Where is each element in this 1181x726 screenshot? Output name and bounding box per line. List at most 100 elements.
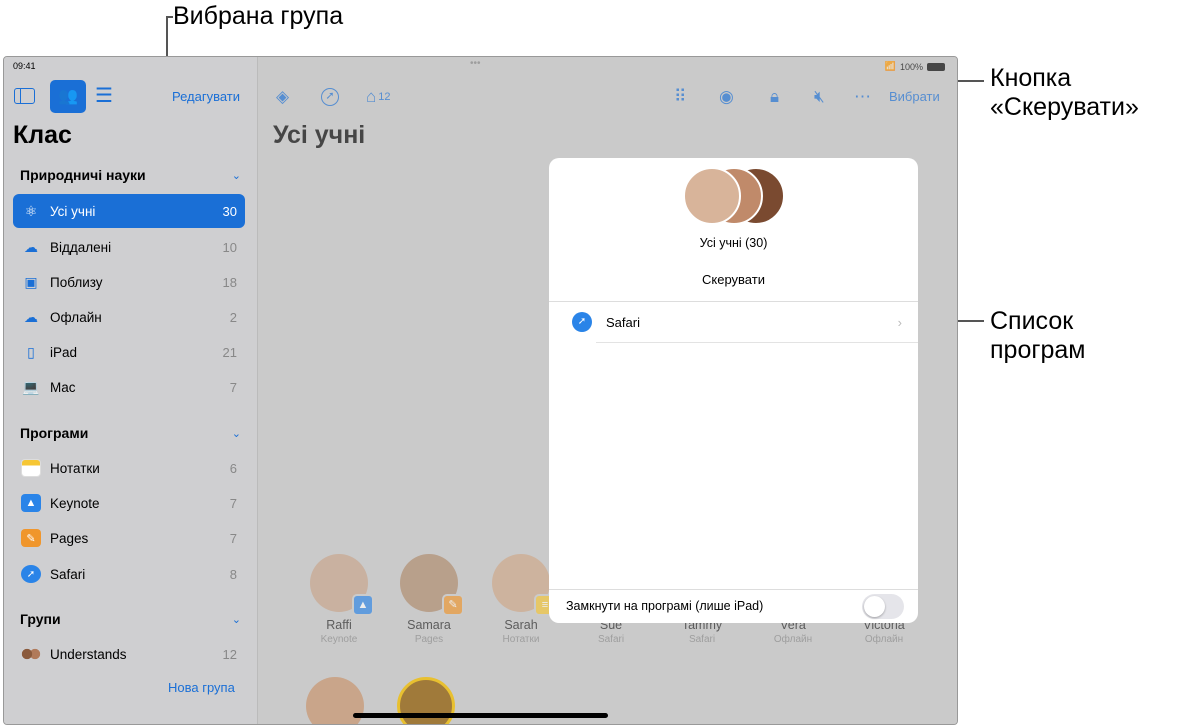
sidebar-item-understands[interactable]: Understands 12	[13, 637, 245, 671]
inbox-count: 12	[378, 91, 391, 103]
list-view-icon[interactable]: ☰	[95, 83, 113, 108]
student-tile[interactable]: ▲ Raffi Keynote	[294, 554, 384, 645]
callout-text: Список програм	[990, 307, 1086, 364]
lock-to-app-toggle[interactable]	[862, 594, 904, 619]
eye-slash-icon[interactable]: ◉	[719, 87, 734, 107]
student-name: Samara	[407, 618, 451, 632]
sidebar-item-pages[interactable]: ✎ Pages 7	[13, 521, 245, 555]
chevron-down-icon[interactable]: ⌄	[232, 427, 241, 440]
item-count: 7	[229, 495, 237, 511]
safari-app-icon: ➚	[572, 312, 592, 332]
item-count: 6	[229, 460, 237, 476]
clock: 09:41	[13, 61, 36, 71]
app-label: Safari	[606, 314, 640, 330]
more-icon[interactable]: ⋯	[854, 87, 871, 107]
student-status: Pages	[414, 634, 444, 645]
item-label: Віддалені	[50, 239, 112, 255]
app-badge-icon: ✎	[442, 594, 464, 616]
student-status: Нотатки	[502, 634, 540, 645]
sidebar-item-mac[interactable]: 💻 Mac 7	[13, 370, 245, 404]
sidebar-item-ipad[interactable]: ▯ iPad 21	[13, 335, 245, 369]
inbox-button[interactable]: ⌂ 12	[366, 87, 391, 107]
item-label: Keynote	[50, 495, 100, 511]
item-count: 10	[222, 239, 237, 255]
popover-title: Скерувати	[702, 272, 765, 287]
item-count: 30	[222, 203, 237, 219]
sidebar-item-offline[interactable]: ☁ Офлайн 2	[13, 300, 245, 334]
navigate-compass-icon[interactable]: ➚	[321, 88, 339, 106]
sidebar-item-nearby[interactable]: ▣ Поблизу 18	[13, 265, 245, 299]
section-header[interactable]: Групи	[20, 611, 61, 627]
item-count: 8	[229, 566, 237, 582]
item-count: 2	[229, 309, 237, 325]
sidebar-item-notes[interactable]: Нотатки 6	[13, 451, 245, 485]
group-avatars	[683, 167, 785, 225]
lock-to-app-label: Замкнути на програмі (лише iPad)	[566, 599, 764, 613]
student-tile[interactable]: ✎ Samara Pages	[384, 554, 474, 645]
home-indicator[interactable]	[353, 713, 608, 718]
select-button[interactable]: Вибрати	[889, 89, 940, 104]
app-row-safari[interactable]: ➚ Safari ›	[549, 302, 918, 342]
ipad-screen: 09:41 👥 ☰ Редагувати Клас Природничі нау…	[3, 56, 958, 725]
people-view-button[interactable]: 👥	[50, 80, 86, 113]
mute-icon[interactable]: 🔇︎	[814, 87, 825, 107]
keynote-app-icon: ▲	[21, 494, 41, 512]
pages-app-icon: ✎	[21, 529, 41, 547]
item-label: iPad	[50, 344, 78, 360]
item-label: Офлайн	[50, 309, 102, 325]
lock-icon[interactable]: 🔒︎	[770, 87, 779, 107]
callout-line	[166, 16, 173, 18]
item-count: 21	[222, 344, 237, 360]
battery-percent: 100%	[899, 61, 923, 72]
chevron-down-icon[interactable]: ⌄	[232, 169, 241, 182]
page-title: Усі учні	[273, 121, 366, 149]
item-count: 18	[222, 274, 237, 290]
item-count: 7	[229, 530, 237, 546]
student-status: Keynote	[320, 634, 358, 645]
student-status: Офлайн	[773, 634, 813, 645]
cloud-slash-icon: ☁	[24, 308, 38, 325]
app-badge-icon: ▲	[352, 594, 374, 616]
callout-app-list: Список програм	[990, 307, 1120, 365]
student-avatar: ▲	[310, 554, 374, 616]
sidebar-toggle-icon[interactable]	[14, 88, 35, 104]
battery-icon	[927, 62, 945, 71]
navigate-popover: Усі учні (30) Скерувати ➚ Safari › Замкн…	[549, 158, 918, 623]
callout-navigate-button: Кнопка «Скерувати»	[990, 64, 1180, 122]
notes-app-icon	[21, 459, 41, 477]
wifi-icon: 📶	[884, 61, 896, 71]
status-bar-right: 📶 100%	[885, 61, 945, 72]
item-label: Нотатки	[50, 460, 100, 476]
group-avatars-icon	[21, 645, 41, 663]
safari-app-icon: ➚	[21, 565, 41, 583]
item-label: Pages	[50, 530, 89, 546]
sidebar-item-keynote[interactable]: ▲ Keynote 7	[13, 486, 245, 520]
multitask-dots[interactable]: •••	[470, 58, 481, 69]
student-status: Офлайн	[864, 634, 904, 645]
student-name: Raffi	[326, 618, 352, 632]
student-status: Safari	[688, 634, 716, 645]
chevron-down-icon[interactable]: ⌄	[232, 613, 241, 626]
sidebar: 09:41 👥 ☰ Редагувати Клас Природничі нау…	[4, 57, 258, 724]
item-label: Усі учні	[50, 203, 96, 219]
student-avatar: ≡	[492, 554, 556, 616]
item-label: Safari	[50, 566, 86, 582]
laptop-icon: 💻	[22, 378, 40, 395]
callout-text: Кнопка «Скерувати»	[990, 64, 1139, 121]
section-header[interactable]: Природничі науки	[20, 167, 146, 183]
edit-button[interactable]: Редагувати	[172, 89, 240, 104]
tray-icon: ⌂	[366, 87, 377, 106]
new-group-button[interactable]: Нова група	[168, 680, 235, 695]
sidebar-item-remote[interactable]: ☁ Віддалені 10	[13, 230, 245, 264]
app-grid-icon[interactable]: ⠿	[674, 87, 686, 107]
layers-icon[interactable]: ◈	[276, 87, 289, 107]
item-label: Mac	[50, 379, 76, 395]
group-label: Усі учні (30)	[699, 236, 768, 250]
item-label: Understands	[50, 646, 127, 662]
item-count: 7	[229, 379, 237, 395]
sidebar-item-safari[interactable]: ➚ Safari 8	[13, 557, 245, 591]
ipad-icon: ▯	[27, 343, 35, 360]
sidebar-item-all-students[interactable]: ⚛ Усі учні 30	[13, 194, 245, 228]
section-header[interactable]: Програми	[20, 425, 88, 441]
item-count: 12	[222, 646, 237, 662]
